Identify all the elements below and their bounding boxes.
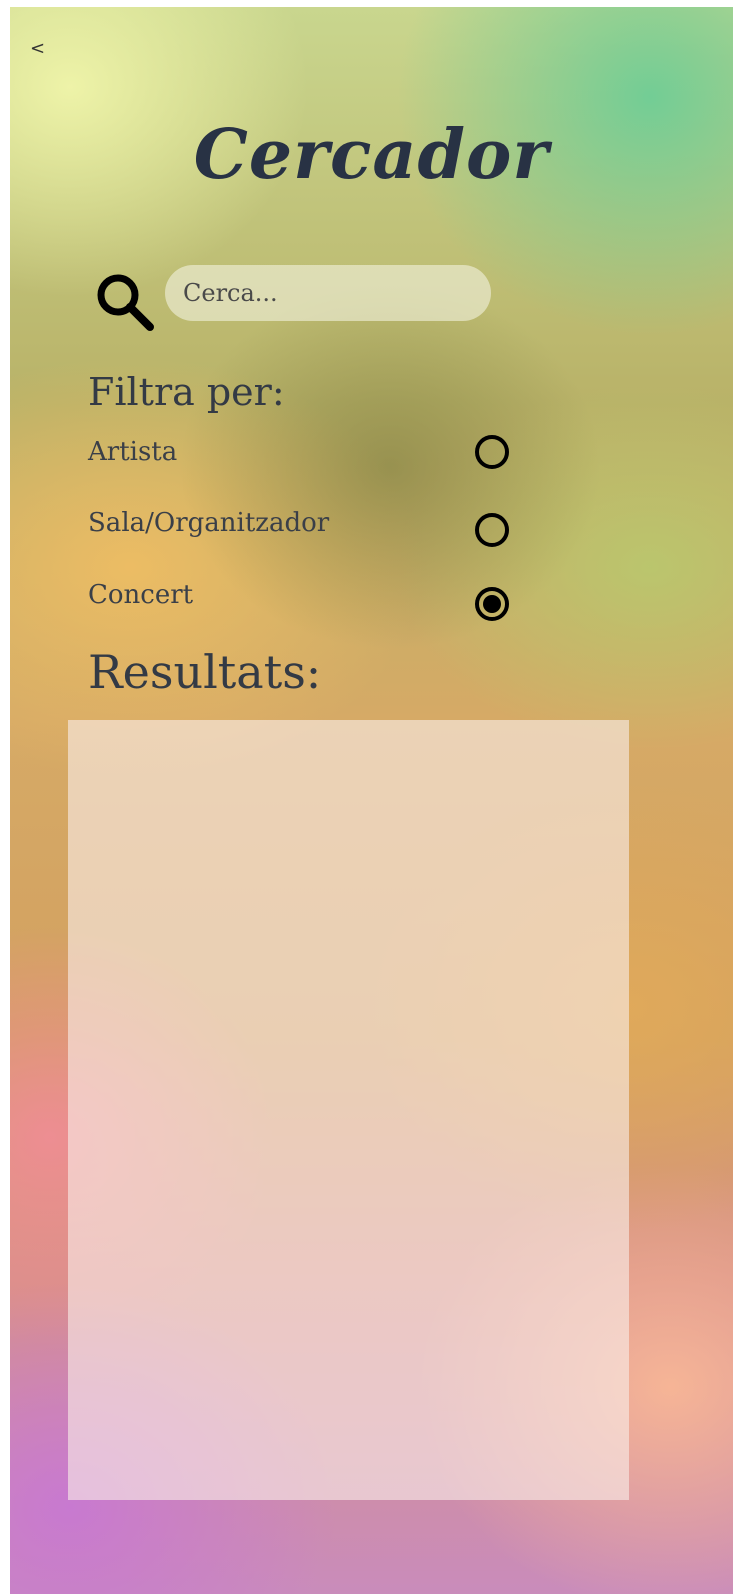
filter-heading: Filtra per: <box>88 370 285 414</box>
search-input[interactable] <box>165 265 491 321</box>
search-screen: < Cercador Filtra per: Artista Sala/Orga… <box>10 7 733 1594</box>
results-heading: Resultats: <box>88 645 322 699</box>
back-button[interactable]: < <box>30 38 45 59</box>
page-title: Cercador <box>193 115 550 195</box>
search-icon[interactable] <box>94 271 156 333</box>
filter-label-concert: Concert <box>88 580 194 610</box>
filter-label-artista: Artista <box>88 437 178 467</box>
radio-sala-organitzador[interactable] <box>475 513 509 547</box>
radio-concert[interactable] <box>475 587 509 621</box>
filter-label-sala-organitzador: Sala/Organitzador <box>88 508 330 538</box>
results-panel <box>68 720 629 1500</box>
radio-artista[interactable] <box>475 435 509 469</box>
